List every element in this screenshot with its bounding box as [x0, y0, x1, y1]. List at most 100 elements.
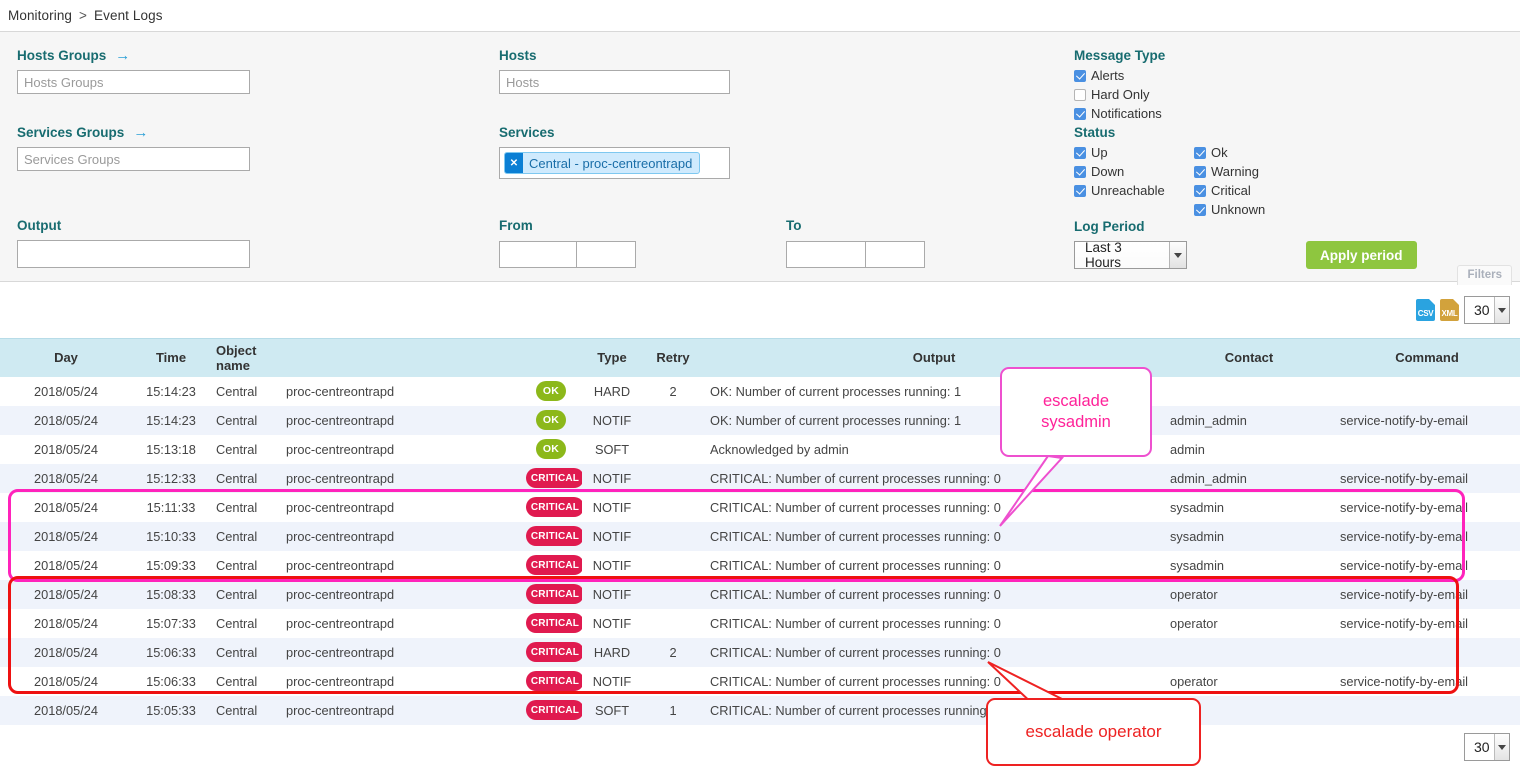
- status-badge: CRITICAL: [526, 555, 582, 575]
- column-header-type[interactable]: Type: [582, 339, 642, 377]
- breadcrumb-event-logs[interactable]: Event Logs: [94, 8, 163, 23]
- checkbox-hard-only[interactable]: Hard Only: [1074, 86, 1165, 103]
- hosts-label-text: Hosts: [499, 48, 537, 63]
- csv-export-icon[interactable]: CSV: [1416, 299, 1435, 321]
- to-time-input[interactable]: [866, 241, 925, 268]
- checkbox-notifications-box[interactable]: [1074, 108, 1086, 120]
- checkbox-alerts-box[interactable]: [1074, 70, 1086, 82]
- table-header-row: Day Time Object name Type Retry Output C…: [0, 339, 1520, 377]
- filters-tab[interactable]: Filters: [1457, 265, 1512, 285]
- table-row[interactable]: 2018/05/2415:12:33Centralproc-centreontr…: [0, 464, 1520, 493]
- cell-time: 15:14:23: [132, 377, 210, 406]
- table-row[interactable]: 2018/05/2415:08:33Centralproc-centreontr…: [0, 580, 1520, 609]
- cell-type: NOTIF: [582, 406, 642, 435]
- checkbox-notifications[interactable]: Notifications: [1074, 105, 1165, 122]
- apply-period-button[interactable]: Apply period: [1306, 241, 1417, 269]
- column-header-contact[interactable]: Contact: [1164, 339, 1334, 377]
- checkbox-ok[interactable]: Ok: [1194, 144, 1265, 161]
- cell-command: [1334, 435, 1520, 464]
- chevron-down-icon[interactable]: [1494, 734, 1509, 760]
- cell-status: CRITICAL: [520, 580, 582, 609]
- cell-output: CRITICAL: Number of current processes ru…: [704, 580, 1164, 609]
- message-type-group: Message Type Alerts Hard Only Notificati…: [1074, 48, 1165, 122]
- checkbox-unknown[interactable]: Unknown: [1194, 201, 1265, 218]
- page-size-select-top[interactable]: 30: [1464, 296, 1510, 324]
- checkbox-ok-box[interactable]: [1194, 147, 1206, 159]
- cell-object-host: Central: [210, 435, 280, 464]
- to-date-input[interactable]: [786, 241, 866, 268]
- column-header-day[interactable]: Day: [0, 339, 132, 377]
- checkbox-critical-box[interactable]: [1194, 185, 1206, 197]
- arrow-right-icon[interactable]: →: [115, 48, 130, 63]
- column-header-command[interactable]: Command: [1334, 339, 1520, 377]
- table-row[interactable]: 2018/05/2415:10:33Centralproc-centreontr…: [0, 522, 1520, 551]
- services-selected-tag[interactable]: ✕ Central - proc-centreontrapd: [504, 152, 700, 174]
- cell-retry: [642, 493, 704, 522]
- chevron-down-icon[interactable]: [1169, 242, 1186, 268]
- cell-status: CRITICAL: [520, 667, 582, 696]
- checkbox-alerts[interactable]: Alerts: [1074, 67, 1165, 84]
- checkbox-down-box[interactable]: [1074, 166, 1086, 178]
- cell-command: service-notify-by-email: [1334, 609, 1520, 638]
- cell-object-host: Central: [210, 667, 280, 696]
- cell-contact: admin_admin: [1164, 464, 1334, 493]
- cell-time: 15:05:33: [132, 696, 210, 725]
- breadcrumb-monitoring[interactable]: Monitoring: [8, 8, 72, 23]
- from-time-input[interactable]: [577, 241, 636, 268]
- cell-time: 15:13:18: [132, 435, 210, 464]
- table-body: 2018/05/2415:14:23Centralproc-centreontr…: [0, 377, 1520, 725]
- filter-panel: Hosts Groups → Hosts Groups Services Gro…: [0, 31, 1520, 282]
- cell-retry: [642, 580, 704, 609]
- cell-day: 2018/05/24: [0, 493, 132, 522]
- cell-object-service: proc-centreontrapd: [280, 493, 520, 522]
- log-period-select[interactable]: Last 3 Hours: [1074, 241, 1187, 269]
- page-size-select-bottom[interactable]: 30: [1464, 733, 1510, 761]
- table-row[interactable]: 2018/05/2415:11:33Centralproc-centreontr…: [0, 493, 1520, 522]
- cell-command: service-notify-by-email: [1334, 580, 1520, 609]
- cell-object-service: proc-centreontrapd: [280, 667, 520, 696]
- checkbox-hard-only-box[interactable]: [1074, 89, 1086, 101]
- checkbox-critical[interactable]: Critical: [1194, 182, 1265, 199]
- checkbox-unreachable[interactable]: Unreachable: [1074, 182, 1194, 199]
- status-badge: CRITICAL: [526, 584, 582, 604]
- close-icon[interactable]: ✕: [505, 153, 523, 173]
- column-header-object-name[interactable]: Object name: [210, 339, 280, 377]
- column-header-time[interactable]: Time: [132, 339, 210, 377]
- services-groups-input[interactable]: Services Groups: [17, 147, 250, 171]
- hosts-groups-input[interactable]: Hosts Groups: [17, 70, 250, 94]
- column-header-status: [520, 339, 582, 377]
- checkbox-down[interactable]: Down: [1074, 163, 1194, 180]
- cell-retry: [642, 406, 704, 435]
- cell-object-host: Central: [210, 696, 280, 725]
- table-row[interactable]: 2018/05/2415:06:33Centralproc-centreontr…: [0, 638, 1520, 667]
- cell-object-host: Central: [210, 493, 280, 522]
- table-row[interactable]: 2018/05/2415:05:33Centralproc-centreontr…: [0, 696, 1520, 725]
- services-groups-label: Services Groups →: [17, 125, 250, 140]
- chevron-down-icon[interactable]: [1494, 297, 1509, 323]
- arrow-right-icon[interactable]: →: [133, 125, 148, 140]
- table-toolbar: CSV XML 30: [1416, 296, 1510, 324]
- table-row[interactable]: 2018/05/2415:14:23Centralproc-centreontr…: [0, 406, 1520, 435]
- table-row[interactable]: 2018/05/2415:13:18Centralproc-centreontr…: [0, 435, 1520, 464]
- operator-callout: escalade operator: [986, 698, 1201, 766]
- checkbox-unknown-box[interactable]: [1194, 204, 1206, 216]
- table-row[interactable]: 2018/05/2415:14:23Centralproc-centreontr…: [0, 377, 1520, 406]
- checkbox-warning-box[interactable]: [1194, 166, 1206, 178]
- cell-contact: operator: [1164, 609, 1334, 638]
- checkbox-warning-label: Warning: [1211, 164, 1259, 179]
- xml-export-icon[interactable]: XML: [1440, 299, 1459, 321]
- output-label-text: Output: [17, 218, 61, 233]
- checkbox-up-box[interactable]: [1074, 147, 1086, 159]
- services-tag-box[interactable]: ✕ Central - proc-centreontrapd: [499, 147, 730, 179]
- hosts-input[interactable]: Hosts: [499, 70, 730, 94]
- checkbox-up[interactable]: Up: [1074, 144, 1194, 161]
- services-groups-placeholder: Services Groups: [24, 152, 120, 167]
- table-row[interactable]: 2018/05/2415:06:33Centralproc-centreontr…: [0, 667, 1520, 696]
- checkbox-warning[interactable]: Warning: [1194, 163, 1265, 180]
- column-header-retry[interactable]: Retry: [642, 339, 704, 377]
- checkbox-unreachable-box[interactable]: [1074, 185, 1086, 197]
- table-row[interactable]: 2018/05/2415:07:33Centralproc-centreontr…: [0, 609, 1520, 638]
- output-input[interactable]: [17, 240, 250, 268]
- from-date-input[interactable]: [499, 241, 577, 268]
- table-row[interactable]: 2018/05/2415:09:33Centralproc-centreontr…: [0, 551, 1520, 580]
